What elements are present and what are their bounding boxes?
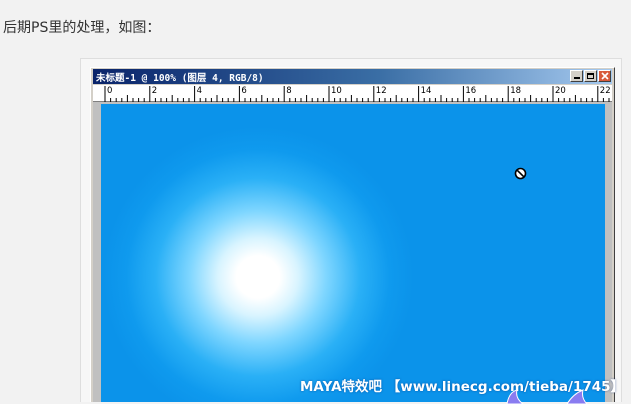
intro-text: 后期PS里的处理，如图： — [3, 20, 161, 36]
ruler-label: 12 — [376, 86, 387, 96]
window-title: 未标题-1 @ 100% (图层 4, RGB/8) — [96, 72, 264, 84]
ruler-label: 14 — [421, 86, 432, 96]
ruler-label: 2 — [152, 86, 157, 96]
close-icon[interactable] — [598, 70, 611, 82]
ruler-label: 18 — [510, 86, 521, 96]
ruler-label: 0 — [107, 86, 112, 96]
ruler-ticks: 0 2 4 6 8 10 12 14 16 18 20 22 — [104, 86, 611, 102]
ruler-label: 20 — [555, 86, 566, 96]
title-bar[interactable]: 未标题-1 @ 100% (图层 4, RGB/8) — [93, 69, 612, 84]
ruler-label: 8 — [286, 86, 291, 96]
window-controls — [570, 70, 611, 82]
ruler-label: 6 — [241, 86, 246, 96]
ruler-label: 22 — [600, 86, 611, 96]
ruler-label: 4 — [197, 86, 202, 96]
no-entry-cursor-icon — [514, 167, 527, 180]
minimize-icon[interactable] — [570, 70, 583, 82]
horizontal-ruler: 0 2 4 6 8 10 12 14 16 18 20 22 — [93, 85, 612, 102]
maximize-icon[interactable] — [584, 70, 597, 82]
ruler-label: 16 — [465, 86, 476, 96]
document-canvas[interactable] — [101, 104, 605, 402]
ruler-label: 10 — [331, 86, 342, 96]
